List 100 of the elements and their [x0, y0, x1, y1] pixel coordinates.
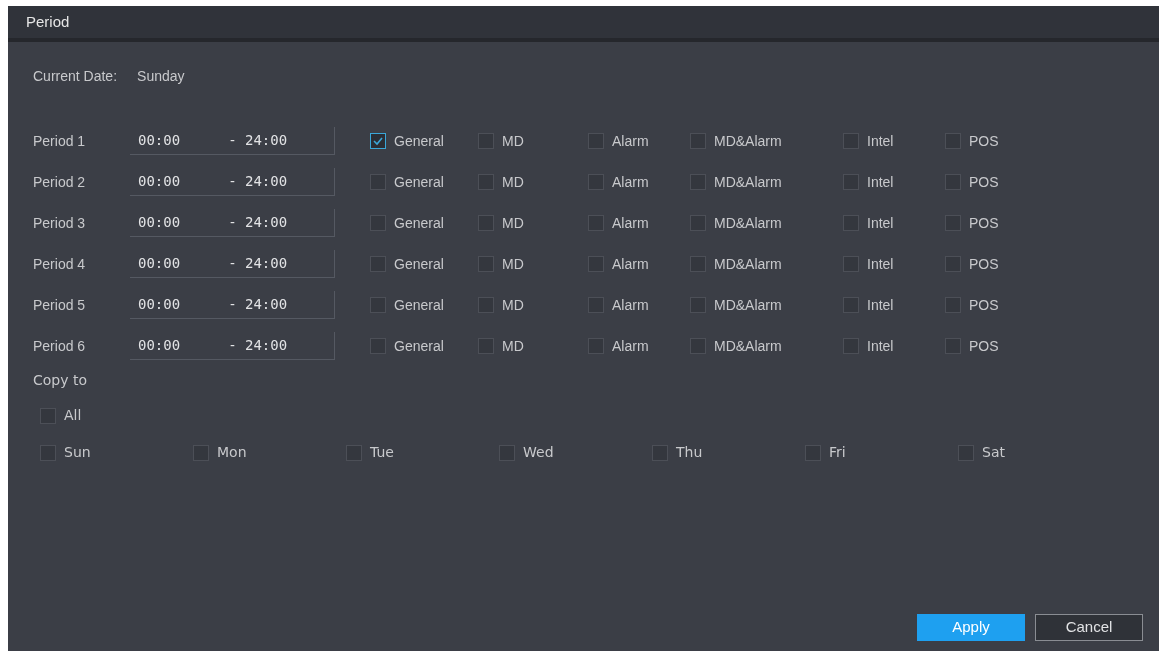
- time-range-field[interactable]: 00:00 - 24:00: [130, 127, 335, 155]
- checkbox-label: General: [394, 295, 444, 315]
- checkbox-label: Alarm: [612, 172, 649, 192]
- checkbox[interactable]: [478, 133, 494, 149]
- checkbox-label: Intel: [867, 131, 894, 151]
- checkbox[interactable]: [958, 444, 974, 461]
- checkbox[interactable]: [370, 338, 386, 354]
- checkbox[interactable]: [370, 174, 386, 190]
- checkbox[interactable]: [499, 444, 515, 461]
- checkbox-label: Wed: [523, 443, 554, 462]
- checkbox-label: Intel: [867, 295, 894, 315]
- checkbox-label: MD&Alarm: [714, 172, 782, 192]
- checkbox-label: General: [394, 336, 444, 356]
- checkbox[interactable]: [945, 256, 961, 272]
- time-range-field[interactable]: 00:00 - 24:00: [130, 209, 335, 237]
- checkbox[interactable]: [843, 133, 859, 149]
- checkbox[interactable]: [193, 444, 209, 461]
- checkbox-label: Alarm: [612, 254, 649, 274]
- time-range-field[interactable]: 00:00 - 24:00: [130, 168, 335, 196]
- checkbox-label: Intel: [867, 336, 894, 356]
- checkbox-label: MD&Alarm: [714, 131, 782, 151]
- checkbox[interactable]: [945, 133, 961, 149]
- checkbox[interactable]: [588, 297, 604, 313]
- checkbox[interactable]: [478, 297, 494, 313]
- checkbox[interactable]: [945, 174, 961, 190]
- checkbox-label: Sat: [982, 443, 1005, 462]
- checkbox[interactable]: [588, 174, 604, 190]
- checkbox[interactable]: [478, 338, 494, 354]
- checkbox-label: MD&Alarm: [714, 254, 782, 274]
- checkbox-label: Fri: [829, 443, 846, 462]
- period-label: Period 2: [33, 172, 87, 192]
- checkbox[interactable]: [843, 297, 859, 313]
- checkbox[interactable]: [370, 256, 386, 272]
- time-range-field[interactable]: 00:00 - 24:00: [130, 250, 335, 278]
- checkbox-label: POS: [969, 295, 999, 315]
- checkbox[interactable]: [588, 338, 604, 354]
- checkbox-label: Alarm: [612, 213, 649, 233]
- checkbox[interactable]: [843, 338, 859, 354]
- checkbox[interactable]: [805, 444, 821, 461]
- checkbox-label: POS: [969, 213, 999, 233]
- checkbox-label: MD: [502, 295, 524, 315]
- checkbox-label: POS: [969, 254, 999, 274]
- checkbox-label: General: [394, 131, 444, 151]
- checkbox[interactable]: [588, 133, 604, 149]
- checkbox-label: Intel: [867, 172, 894, 192]
- checkbox-label: General: [394, 213, 444, 233]
- period-label: Period 1: [33, 131, 87, 151]
- checkbox-label: Mon: [217, 443, 247, 462]
- checkbox-label: Alarm: [612, 336, 649, 356]
- checkbox-label: POS: [969, 172, 999, 192]
- checkbox[interactable]: [843, 256, 859, 272]
- checkbox[interactable]: [370, 133, 386, 149]
- checkbox-label: Alarm: [612, 295, 649, 315]
- checkbox[interactable]: [588, 215, 604, 231]
- checkbox-label: MD: [502, 254, 524, 274]
- checkbox[interactable]: [690, 256, 706, 272]
- checkbox[interactable]: [690, 174, 706, 190]
- time-range-field[interactable]: 00:00 - 24:00: [130, 291, 335, 319]
- checkbox[interactable]: [478, 215, 494, 231]
- checkbox[interactable]: [690, 338, 706, 354]
- checkbox[interactable]: [370, 215, 386, 231]
- period-label: Period 4: [33, 254, 87, 274]
- checkbox-label: Thu: [676, 443, 703, 462]
- checkbox[interactable]: [945, 338, 961, 354]
- checkbox-label: MD: [502, 172, 524, 192]
- window-title: Period: [26, 11, 70, 32]
- checkbox[interactable]: [40, 407, 56, 424]
- checkbox[interactable]: [370, 297, 386, 313]
- period-label: Period 6: [33, 336, 87, 356]
- period-label: Period 3: [33, 213, 87, 233]
- checkbox-label: MD: [502, 336, 524, 356]
- cancel-button[interactable]: Cancel: [1035, 614, 1143, 641]
- copy-to-label: Copy to: [33, 371, 88, 390]
- checkbox[interactable]: [945, 215, 961, 231]
- checkbox-label: MD: [502, 131, 524, 151]
- period-label: Period 5: [33, 295, 87, 315]
- checkbox-label: Alarm: [612, 131, 649, 151]
- checkbox-label: Intel: [867, 254, 894, 274]
- checkbox[interactable]: [478, 256, 494, 272]
- checkbox-label: POS: [969, 336, 999, 356]
- checkbox-label: MD&Alarm: [714, 336, 782, 356]
- checkbox[interactable]: [843, 174, 859, 190]
- current-date-value: Sunday: [137, 67, 185, 86]
- checkbox[interactable]: [690, 133, 706, 149]
- checkbox[interactable]: [652, 444, 668, 461]
- checkbox-label: MD&Alarm: [714, 295, 782, 315]
- checkbox[interactable]: [690, 215, 706, 231]
- time-range-field[interactable]: 00:00 - 24:00: [130, 332, 335, 360]
- checkbox[interactable]: [945, 297, 961, 313]
- checkbox[interactable]: [690, 297, 706, 313]
- checkbox-label: General: [394, 172, 444, 192]
- checkbox-label: Intel: [867, 213, 894, 233]
- checkbox[interactable]: [478, 174, 494, 190]
- checkbox[interactable]: [588, 256, 604, 272]
- checkbox-label: MD&Alarm: [714, 213, 782, 233]
- checkbox-label: General: [394, 254, 444, 274]
- checkbox-label: All: [64, 406, 82, 425]
- checkbox[interactable]: [346, 444, 362, 461]
- checkbox[interactable]: [40, 444, 56, 461]
- checkbox[interactable]: [843, 215, 859, 231]
